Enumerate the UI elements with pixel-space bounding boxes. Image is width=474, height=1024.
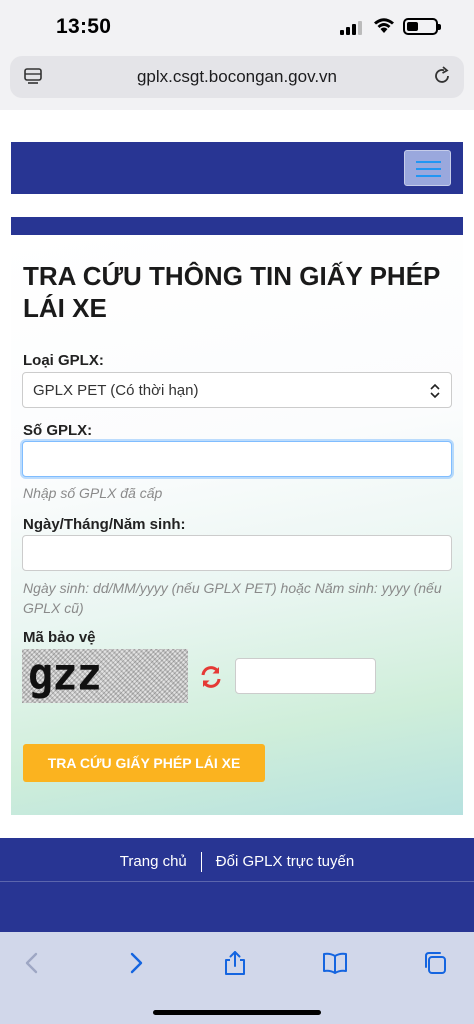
wifi-icon	[374, 18, 394, 33]
battery-icon	[403, 18, 441, 35]
site-footer: Trang chủ Đổi GPLX trực tuyến	[0, 838, 474, 932]
tabs-icon[interactable]	[422, 950, 448, 976]
bookmarks-icon[interactable]	[322, 950, 348, 976]
back-icon[interactable]	[20, 950, 46, 976]
web-page: TRA CỨU THÔNG TIN GIẤY PHÉP LÁI XE Loại …	[0, 110, 474, 932]
captcha-image: gzz sd6	[22, 649, 188, 703]
license-type-select[interactable]: GPLX PET (Có thời hạn)	[22, 372, 452, 408]
menu-icon	[416, 161, 441, 163]
home-indicator	[153, 1010, 321, 1015]
site-header	[11, 142, 463, 194]
footer-divider-line	[0, 881, 474, 882]
submit-button[interactable]: TRA CỨU GIẤY PHÉP LÁI XE	[23, 744, 265, 782]
captcha-input[interactable]	[235, 658, 376, 694]
license-type-value: GPLX PET (Có thời hạn)	[33, 382, 199, 399]
captcha-label: Mã bảo vệ	[23, 629, 96, 646]
menu-button[interactable]	[404, 150, 451, 186]
page-title: TRA CỨU THÔNG TIN GIẤY PHÉP LÁI XE	[23, 261, 440, 323]
footer-links: Trang chủ Đổi GPLX trực tuyến	[0, 852, 474, 872]
footer-divider	[200, 852, 202, 872]
reload-icon[interactable]	[432, 66, 452, 86]
select-arrows-icon	[430, 383, 440, 399]
nav-stripe	[11, 217, 463, 235]
status-time: 13:50	[56, 15, 112, 38]
forward-icon[interactable]	[122, 950, 148, 976]
license-number-hint: Nhập số GPLX đã cấp	[23, 485, 163, 501]
license-number-label: Số GPLX:	[23, 422, 93, 439]
license-type-label: Loại GPLX:	[23, 352, 104, 369]
captcha-text: gzz sd6	[28, 649, 102, 703]
signal-icon	[340, 20, 366, 35]
footer-renew-link[interactable]: Đổi GPLX trực tuyến	[216, 853, 354, 870]
footer-home-link[interactable]: Trang chủ	[120, 853, 187, 870]
license-number-input[interactable]	[22, 441, 452, 477]
lookup-form: TRA CỨU THÔNG TIN GIẤY PHÉP LÁI XE Loại …	[11, 235, 463, 815]
status-bar: 13:50	[0, 0, 474, 52]
refresh-icon[interactable]	[198, 664, 224, 690]
url-text[interactable]: gplx.csgt.bocongan.gov.vn	[10, 67, 464, 87]
dob-label: Ngày/Tháng/Năm sinh:	[23, 516, 186, 533]
dob-hint: Ngày sinh: dd/MM/yyyy (nếu GPLX PET) hoặ…	[23, 580, 442, 616]
dob-input[interactable]	[22, 535, 452, 571]
address-bar[interactable]: gplx.csgt.bocongan.gov.vn	[10, 56, 464, 98]
share-icon[interactable]	[222, 950, 248, 976]
